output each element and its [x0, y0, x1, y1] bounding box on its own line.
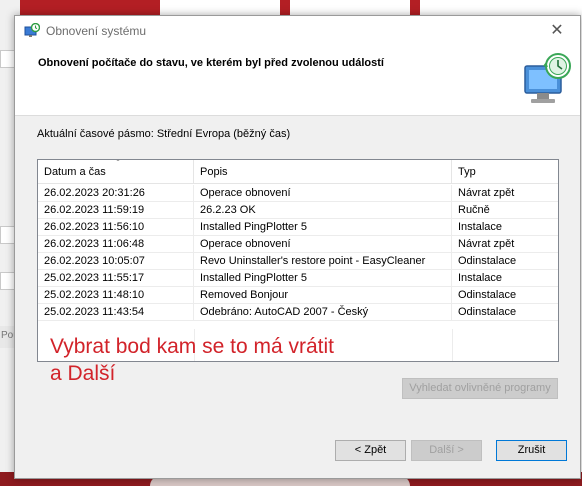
cell-date: 25.02.2023 11:43:54: [38, 304, 194, 321]
cell-description: Installed PingPlotter 5: [194, 270, 452, 287]
table-row[interactable]: 26.02.2023 20:31:26 Operace obnovení Náv…: [38, 185, 558, 202]
cell-type: Instalace: [458, 221, 503, 233]
cell-type: Odinstalace: [458, 289, 517, 301]
list-body: 26.02.2023 20:31:26 Operace obnovení Náv…: [38, 185, 558, 321]
column-header-date-label: Datum a čas: [44, 166, 106, 178]
cell-date: 26.02.2023 11:06:48: [38, 236, 194, 253]
column-divider: [452, 329, 453, 361]
table-row[interactable]: 25.02.2023 11:55:17 Installed PingPlotte…: [38, 270, 558, 287]
table-row[interactable]: 26.02.2023 11:56:10 Installed PingPlotte…: [38, 219, 558, 236]
system-restore-computer-icon: [524, 53, 571, 103]
cell-type: Odinstalace: [458, 255, 517, 267]
column-header-date[interactable]: ﹀ Datum a čas: [38, 160, 194, 184]
cell-description: Operace obnovení: [194, 185, 452, 202]
cell-description: Removed Bonjour: [194, 287, 452, 304]
system-restore-icon: [24, 23, 40, 37]
timezone-label: Aktuální časové pásmo: Střední Evropa (b…: [37, 128, 291, 140]
table-row[interactable]: 26.02.2023 10:05:07 Revo Uninstaller's r…: [38, 253, 558, 270]
cell-type: Ručně: [458, 204, 490, 216]
cell-type: Odinstalace: [458, 306, 517, 318]
restore-points-list[interactable]: ﹀ Datum a čas Popis Typ 26.02.2023 20:31…: [37, 159, 559, 362]
table-row[interactable]: 26.02.2023 11:06:48 Operace obnovení Náv…: [38, 236, 558, 253]
table-row[interactable]: 25.02.2023 11:48:10 Removed Bonjour Odin…: [38, 287, 558, 304]
title-bar[interactable]: Obnovení systému ✕: [15, 16, 580, 46]
user-annotation: Vybrat bod kam se to má vrátit a Další: [50, 333, 410, 387]
cell-description: Operace obnovení: [194, 236, 452, 253]
cell-date: 26.02.2023 20:31:26: [38, 185, 194, 202]
cell-type: Návrat zpět: [458, 187, 515, 199]
column-header-type[interactable]: Typ: [452, 160, 558, 184]
cell-description: Installed PingPlotter 5: [194, 219, 452, 236]
dialog-header: Obnovení počítače do stavu, ve kterém by…: [15, 46, 580, 116]
cell-date: 26.02.2023 11:59:19: [38, 202, 194, 219]
cell-date: 26.02.2023 10:05:07: [38, 253, 194, 270]
table-row[interactable]: 25.02.2023 11:43:54 Odebráno: AutoCAD 20…: [38, 304, 558, 321]
cell-description: Odebráno: AutoCAD 2007 - Český: [194, 304, 452, 321]
annotation-line-1: Vybrat bod kam se to má vrátit: [50, 335, 335, 358]
annotation-line-2: a Další: [50, 362, 116, 385]
system-restore-dialog: Obnovení systému ✕ Obnovení počítače do …: [14, 15, 581, 479]
cell-type: Instalace: [458, 272, 503, 284]
cancel-button[interactable]: Zrušit: [496, 440, 567, 461]
window-title: Obnovení systému: [46, 24, 147, 38]
table-row[interactable]: 26.02.2023 11:59:19 26.2.23 OK Ručně: [38, 202, 558, 219]
cell-description: Revo Uninstaller's restore point - EasyC…: [194, 253, 452, 270]
list-header: ﹀ Datum a čas Popis Typ: [38, 160, 558, 184]
next-button[interactable]: Další >: [411, 440, 482, 461]
cell-type: Návrat zpět: [458, 238, 515, 250]
cell-date: 25.02.2023 11:55:17: [38, 270, 194, 287]
header-title: Obnovení počítače do stavu, ve kterém by…: [38, 57, 384, 69]
back-button[interactable]: < Zpět: [335, 440, 406, 461]
cell-date: 25.02.2023 11:48:10: [38, 287, 194, 304]
sort-arrow-icon: ﹀: [114, 159, 122, 167]
scan-affected-programs-button[interactable]: Vyhledat ovlivněné programy: [402, 378, 558, 399]
cell-description: 26.2.23 OK: [194, 202, 452, 219]
column-header-description[interactable]: Popis: [194, 160, 452, 184]
close-button[interactable]: ✕: [534, 16, 580, 46]
cell-date: 26.02.2023 11:56:10: [38, 219, 194, 236]
